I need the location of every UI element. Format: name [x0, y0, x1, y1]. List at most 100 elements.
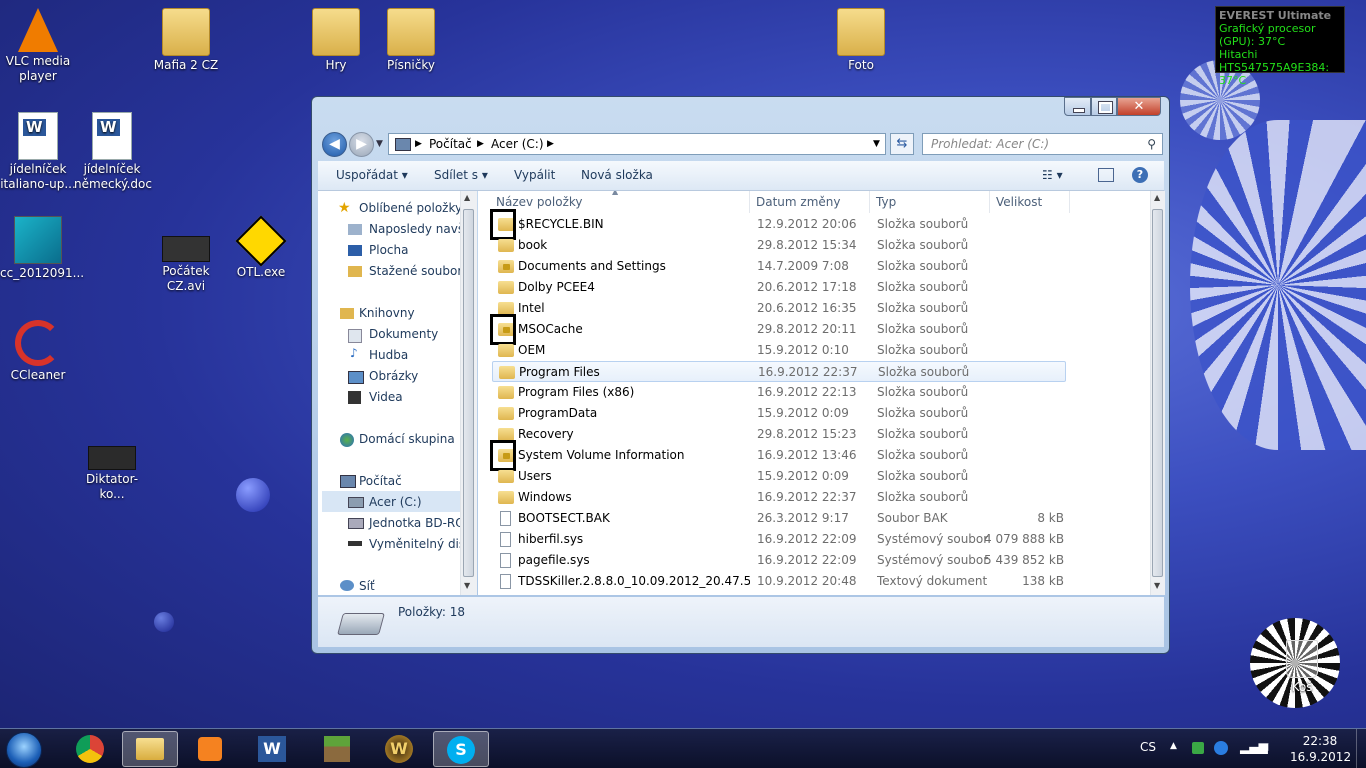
desktop-icon-pisnicky[interactable]: Písničky: [373, 8, 449, 73]
share-button[interactable]: Sdílet s ▾: [434, 161, 488, 190]
file-row[interactable]: Users 15.9.2012 0:09 Složka souborů: [478, 466, 1068, 487]
scroll-thumb[interactable]: [1152, 209, 1163, 577]
scroll-up-arrow-icon[interactable]: ▲: [464, 193, 470, 202]
maximize-button[interactable]: [1091, 97, 1117, 116]
new-folder-button[interactable]: Nová složka: [581, 161, 653, 190]
desktop-icon-mafia[interactable]: Mafia 2 CZ: [148, 8, 224, 73]
file-row[interactable]: Dolby PCEE4 20.6.2012 17:18 Složka souborů: [478, 277, 1068, 298]
file-row[interactable]: OEM 15.9.2012 0:10 Složka souborů: [478, 340, 1068, 361]
file-list-scrollbar[interactable]: ▲ ▼: [1150, 191, 1165, 595]
file-row[interactable]: ProgramData 15.9.2012 0:09 Složka souborů: [478, 403, 1068, 424]
burn-button[interactable]: Vypálit: [514, 161, 555, 190]
taskbar-explorer[interactable]: [122, 731, 178, 767]
nav-videos[interactable]: Videa: [369, 390, 403, 404]
desktop-icon-hry[interactable]: Hry: [298, 8, 374, 73]
file-row[interactable]: System Volume Information 16.9.2012 13:46…: [478, 445, 1068, 466]
file-row[interactable]: Intel 20.6.2012 16:35 Složka souborů: [478, 298, 1068, 319]
nav-homegroup[interactable]: Domácí skupina: [359, 432, 455, 446]
nav-libraries[interactable]: Knihovny: [359, 306, 415, 320]
app-tray-icon[interactable]: [1214, 741, 1228, 755]
file-type: Složka souborů: [877, 280, 969, 294]
breadcrumb[interactable]: ▶ Počítač ▶ Acer (C:) ▶ ▼: [388, 133, 886, 155]
file-icon: [500, 532, 511, 547]
breadcrumb-drive[interactable]: Acer (C:): [491, 134, 544, 154]
taskbar-minecraft[interactable]: [310, 731, 366, 767]
desktop-icon-pocatek[interactable]: Počátek CZ.avi: [148, 236, 224, 294]
nav-bd-rom[interactable]: Jednotka BD-ROM: [369, 516, 460, 530]
nav-recent[interactable]: Naposledy navštívené: [369, 222, 460, 236]
nav-desktop[interactable]: Plocha: [369, 243, 408, 257]
back-button[interactable]: ◀: [322, 132, 347, 157]
folder-icon: [387, 8, 435, 56]
clock-date[interactable]: 16.9.2012: [1290, 750, 1351, 764]
file-row[interactable]: BOOTSECT.BAK 26.3.2012 9:17 Soubor BAK 8 kB: [478, 508, 1068, 529]
file-row[interactable]: TDSSKiller.2.8.8.0_10.09.2012_20.47.59_l…: [478, 571, 1068, 592]
language-indicator[interactable]: CS: [1140, 740, 1156, 754]
column-header-size[interactable]: Velikost: [990, 191, 1070, 213]
scroll-thumb[interactable]: [463, 209, 474, 577]
nav-documents[interactable]: Dokumenty: [369, 327, 438, 341]
breadcrumb-computer[interactable]: Počítač: [429, 134, 472, 154]
file-row[interactable]: MSOCache 29.8.2012 20:11 Složka souborů: [478, 319, 1068, 340]
nav-pictures[interactable]: Obrázky: [369, 369, 418, 383]
nav-network[interactable]: Síť: [359, 579, 375, 593]
desktop-icon-cc-reg[interactable]: cc_2012091...: [0, 216, 84, 281]
column-header-date[interactable]: Datum změny: [750, 191, 870, 213]
file-row[interactable]: Program Files 16.9.2012 22:37 Složka soubo…: [492, 361, 1066, 382]
file-row[interactable]: Recovery 29.8.2012 15:23 Složka souborů: [478, 424, 1068, 445]
scroll-up-arrow-icon[interactable]: ▲: [1154, 193, 1160, 202]
nav-downloads[interactable]: Stažené soubory: [369, 264, 460, 278]
desktop-icon-otl[interactable]: OTL.exe: [223, 215, 299, 279]
file-row[interactable]: Program Files (x86) 16.9.2012 22:13 Složka…: [478, 382, 1068, 403]
file-row[interactable]: book 29.8.2012 15:34 Složka souborů: [478, 235, 1068, 256]
column-header-name[interactable]: Název položky: [490, 191, 750, 213]
preview-pane-icon[interactable]: [1098, 168, 1114, 182]
nav-removable[interactable]: Vyměnitelný disk: [369, 537, 460, 551]
scroll-down-arrow-icon[interactable]: ▼: [464, 581, 470, 590]
taskbar-skype[interactable]: S: [433, 731, 489, 767]
minimize-button[interactable]: [1064, 97, 1091, 116]
file-row[interactable]: Documents and Settings 14.7.2009 7:08 Slož…: [478, 256, 1068, 277]
nav-computer[interactable]: Počítač: [359, 474, 402, 488]
desktop-icon-label: CCleaner: [10, 368, 66, 382]
file-row[interactable]: Windows 16.9.2012 22:37 Složka souborů: [478, 487, 1068, 508]
desktop-icon-diktator[interactable]: Diktator-ko...: [74, 446, 150, 502]
desktop-icon-ccleaner[interactable]: CCleaner: [0, 320, 76, 383]
volume-icon[interactable]: 🔈︎: [1264, 739, 1272, 755]
show-hidden-icons[interactable]: ▲: [1170, 741, 1177, 751]
close-button[interactable]: ✕: [1117, 97, 1161, 116]
nav-favorites[interactable]: Oblíbené položky: [359, 201, 460, 215]
nav-scrollbar[interactable]: ▲ ▼: [460, 191, 477, 595]
clock-time[interactable]: 22:38: [1298, 734, 1342, 748]
file-type: Složka souborů: [877, 322, 969, 336]
nav-drive-c[interactable]: Acer (C:): [369, 495, 422, 509]
column-header-type[interactable]: Typ: [870, 191, 990, 213]
file-row[interactable]: $RECYCLE.BIN 12.9.2012 20:06 Složka soubor…: [478, 214, 1068, 235]
taskbar-media-player[interactable]: [182, 731, 238, 767]
start-orb-icon[interactable]: [6, 732, 42, 768]
help-button[interactable]: ?: [1132, 167, 1148, 183]
desktop-icon-foto[interactable]: Foto: [823, 8, 899, 73]
scroll-down-arrow-icon[interactable]: ▼: [1154, 581, 1160, 590]
search-icon[interactable]: ⚲: [1147, 134, 1156, 154]
taskbar-chrome[interactable]: [62, 731, 118, 767]
search-input[interactable]: Prohledat: Acer (C:) ⚲: [922, 133, 1163, 155]
view-options-button[interactable]: ☷ ▾: [1042, 161, 1063, 190]
show-desktop-button[interactable]: [1356, 729, 1366, 768]
organize-button[interactable]: Uspořádat ▾: [336, 161, 408, 190]
desktop-icon-jidelnicek-nemecky[interactable]: W jídelníček německý.doc: [74, 112, 152, 192]
security-icon[interactable]: [1192, 742, 1204, 754]
file-row[interactable]: hiberfil.sys 16.9.2012 22:09 Systémový sou…: [478, 529, 1068, 550]
desktop-icon-jidelnicek-italiano[interactable]: W jídelníček italiano-up...: [0, 112, 76, 192]
file-row[interactable]: pagefile.sys 16.9.2012 22:09 Systémový sou…: [478, 550, 1068, 571]
history-dropdown-icon[interactable]: ▼: [376, 139, 383, 149]
file-name: Program Files (x86): [518, 385, 635, 399]
nav-music[interactable]: Hudba: [369, 348, 408, 362]
forward-button[interactable]: ▶: [349, 132, 374, 157]
address-dropdown-icon[interactable]: ▼: [873, 134, 880, 154]
desktop-icon-vlc[interactable]: VLC media player: [0, 8, 76, 84]
refresh-button[interactable]: ⇆: [890, 133, 914, 155]
taskbar-word[interactable]: W: [244, 731, 300, 767]
desktop-icon-recycle-bin[interactable]: Koš: [1272, 640, 1332, 695]
taskbar-wow[interactable]: W: [372, 731, 428, 767]
